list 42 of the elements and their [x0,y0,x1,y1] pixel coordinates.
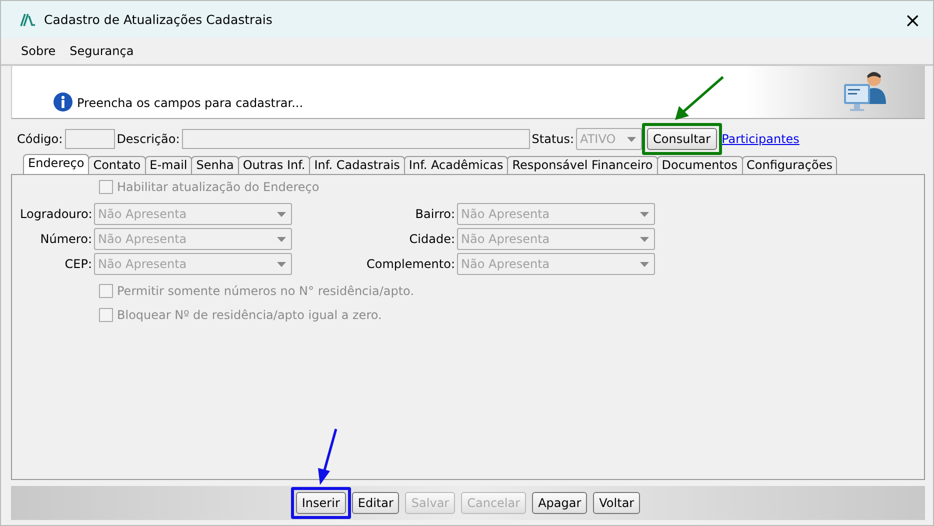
checkbox[interactable] [99,308,113,322]
menu-item[interactable]: Sobre [21,44,56,58]
info-message: Preencha os campos para cadastrar... [77,96,304,110]
participantes-link[interactable]: Participantes [722,132,800,146]
action-button[interactable]: Apagar [532,492,588,514]
field-label: Bairro: [414,207,455,221]
checkbox-label: Permitir somente números no N° residência/apto. [117,284,414,298]
caret-icon [277,212,286,217]
status-label: Status: [532,132,574,146]
descricao-field[interactable] [182,129,530,149]
field-label: Logradouro: [20,207,92,221]
action-button[interactable]: Inserir [296,492,346,514]
tab[interactable]: Configurações [742,156,838,174]
close-button[interactable]: × [900,8,925,32]
codigo-field[interactable] [64,129,115,149]
info-icon [53,92,73,112]
codigo-label: Código: [17,132,63,146]
checkbox[interactable] [99,180,113,194]
caret-icon [640,212,649,217]
field-label: CEP: [64,257,92,271]
field-label: Número: [39,232,92,246]
checkbox-label: Habilitar atualização do Endereço [117,180,320,194]
menu-item[interactable]: Segurança [70,44,134,58]
caret-icon [627,137,636,142]
checkbox[interactable] [99,284,113,298]
consultar-button[interactable]: Consultar [647,128,717,150]
annotation-arrow [316,428,338,486]
caret-icon [277,237,286,242]
tab[interactable]: Responsável Financeiro [507,156,658,174]
field-label: Cidade: [408,232,455,246]
action-button[interactable]: Editar [352,492,400,514]
annotation-arrow [673,76,726,122]
action-button[interactable]: Voltar [593,492,640,514]
caret-icon [277,262,286,267]
window-title: Cadastro de Atualizações Cadastrais [44,12,274,27]
tab[interactable]: Endereço [23,154,90,174]
descricao-label: Descrição: [116,132,180,146]
checkbox-label: Bloquear Nº de residência/apto igual a zero. [117,308,382,322]
caret-icon [640,237,649,242]
caret-icon [640,262,649,267]
field-label: Complemento: [365,257,455,271]
app-logo-icon [20,12,36,26]
